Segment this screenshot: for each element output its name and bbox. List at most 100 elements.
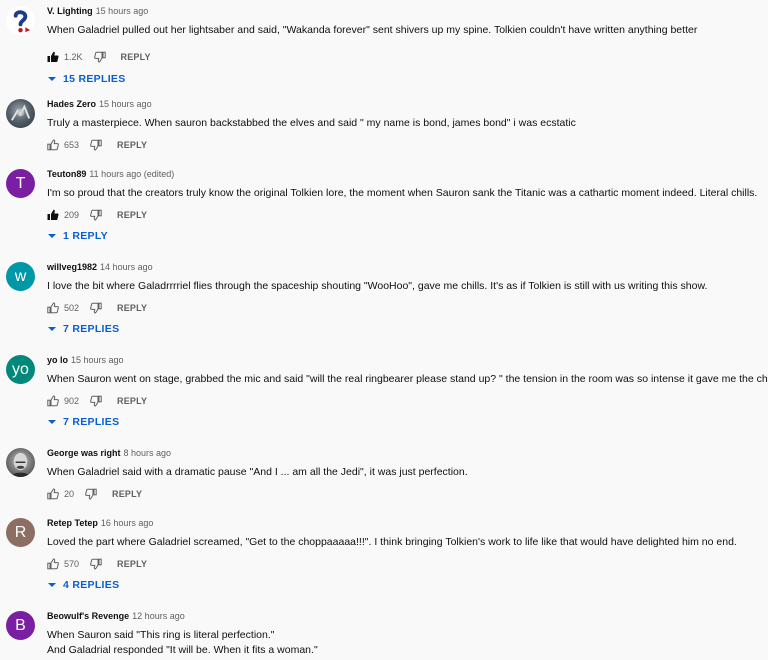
view-replies-button[interactable]: 7 REPLIES bbox=[47, 323, 119, 335]
caret-down-icon bbox=[48, 583, 56, 587]
reply-button[interactable]: REPLY bbox=[117, 210, 147, 220]
avatar-letter: T bbox=[15, 174, 26, 192]
avatar-letter: w bbox=[14, 267, 27, 285]
reply-button[interactable]: REPLY bbox=[117, 559, 147, 569]
timestamp[interactable]: 11 hours ago (edited) bbox=[89, 169, 174, 179]
avatar[interactable]: w bbox=[6, 262, 35, 291]
comment-actions: 902 REPLY bbox=[47, 395, 147, 407]
comment-text: When Galadriel said with a dramatic paus… bbox=[47, 465, 468, 480]
comment-text-line: Truly a masterpiece. When sauron backsta… bbox=[47, 117, 576, 129]
dislike-icon[interactable] bbox=[90, 139, 102, 151]
like-count: 653 bbox=[64, 140, 80, 150]
replies-label: 7 REPLIES bbox=[63, 323, 120, 335]
replies-label: 15 REPLIES bbox=[63, 73, 126, 85]
comment-actions: 1.2K REPLY bbox=[47, 51, 151, 63]
like-count: 1.2K bbox=[64, 52, 83, 62]
comment-text-line: I'm so proud that the creators truly kno… bbox=[47, 187, 758, 199]
comment-header: V. Lighting 15 hours ago bbox=[47, 6, 148, 16]
caret-down-icon bbox=[48, 77, 56, 81]
comment-actions: 502 REPLY bbox=[47, 302, 147, 314]
avatar[interactable]: B bbox=[6, 611, 35, 640]
like-count: 209 bbox=[64, 210, 80, 220]
dislike-icon[interactable] bbox=[90, 558, 102, 570]
dislike-icon[interactable] bbox=[90, 395, 102, 407]
avatar[interactable]: R bbox=[6, 518, 35, 547]
comment-text-line: When Galadriel pulled out her lightsaber… bbox=[47, 24, 698, 36]
author-name[interactable]: V. Lighting bbox=[47, 6, 93, 16]
author-name[interactable]: willveg1982 bbox=[47, 262, 97, 272]
replies-label: 7 REPLIES bbox=[63, 416, 120, 428]
comment-text: When Galadriel pulled out her lightsaber… bbox=[47, 23, 697, 38]
comment-text-line: When Sauron went on stage, grabbed the m… bbox=[47, 373, 768, 385]
caret-down-icon bbox=[48, 420, 56, 424]
dislike-icon[interactable] bbox=[90, 209, 102, 221]
like-icon[interactable] bbox=[47, 51, 59, 63]
comment-text: I love the bit where Galadrrrriel flies … bbox=[47, 279, 707, 294]
like-count: 570 bbox=[64, 559, 80, 569]
comment-actions: 653 REPLY bbox=[47, 139, 147, 151]
timestamp[interactable]: 12 hours ago bbox=[132, 611, 185, 621]
avatar[interactable]: yo bbox=[6, 355, 35, 384]
caret-down-icon bbox=[48, 234, 56, 238]
like-icon[interactable] bbox=[47, 302, 59, 314]
comment-text-line: Loved the part where Galadriel screamed,… bbox=[47, 536, 737, 548]
comment-header: willveg1982 14 hours ago bbox=[47, 262, 153, 272]
avatar-letter: B bbox=[15, 616, 26, 634]
comment-text: When Sauron went on stage, grabbed the m… bbox=[47, 372, 768, 387]
view-replies-button[interactable]: 7 REPLIES bbox=[47, 416, 119, 428]
comment-header: George was right 8 hours ago bbox=[47, 448, 171, 458]
timestamp[interactable]: 15 hours ago bbox=[99, 99, 152, 109]
dislike-icon[interactable] bbox=[90, 302, 102, 314]
like-icon[interactable] bbox=[47, 395, 59, 407]
comment-text-line: And Galadrial responded "It will be. Whe… bbox=[47, 643, 318, 656]
avatar[interactable]: T bbox=[6, 169, 35, 198]
replies-label: 1 REPLY bbox=[63, 230, 108, 242]
timestamp[interactable]: 14 hours ago bbox=[100, 262, 153, 272]
comment-text: I'm so proud that the creators truly kno… bbox=[47, 186, 757, 201]
author-name[interactable]: Hades Zero bbox=[47, 99, 96, 109]
like-icon[interactable] bbox=[47, 139, 59, 151]
comment-header: Teuton89 11 hours ago (edited) bbox=[47, 169, 174, 179]
comment-text: When Sauron said "This ring is literal p… bbox=[47, 628, 318, 657]
timestamp[interactable]: 15 hours ago bbox=[71, 355, 124, 365]
comment-text: Loved the part where Galadriel screamed,… bbox=[47, 535, 737, 550]
replies-label: 4 REPLIES bbox=[63, 579, 120, 591]
view-replies-button[interactable]: 15 REPLIES bbox=[47, 73, 126, 85]
avatar[interactable] bbox=[6, 99, 35, 128]
like-icon[interactable] bbox=[47, 209, 59, 221]
author-name[interactable]: Retep Tetep bbox=[47, 518, 98, 528]
timestamp[interactable]: 16 hours ago bbox=[101, 518, 154, 528]
comment-header: Retep Tetep 16 hours ago bbox=[47, 518, 153, 528]
reply-button[interactable]: REPLY bbox=[117, 140, 147, 150]
caret-down-icon bbox=[48, 327, 56, 331]
like-icon[interactable] bbox=[47, 488, 59, 500]
author-name[interactable]: George was right bbox=[47, 448, 121, 458]
timestamp[interactable]: 8 hours ago bbox=[124, 448, 172, 458]
comment-header: yo lo 15 hours ago bbox=[47, 355, 124, 365]
avatar[interactable] bbox=[6, 448, 35, 477]
dislike-icon[interactable] bbox=[93, 51, 106, 63]
like-count: 502 bbox=[64, 303, 80, 313]
author-name[interactable]: yo lo bbox=[47, 355, 68, 365]
comment-text-line: When Sauron said "This ring is literal p… bbox=[47, 629, 275, 641]
like-icon[interactable] bbox=[47, 558, 59, 570]
timestamp[interactable]: 15 hours ago bbox=[96, 6, 149, 16]
view-replies-button[interactable]: 4 REPLIES bbox=[47, 579, 119, 591]
dislike-icon[interactable] bbox=[85, 488, 97, 500]
avatar[interactable] bbox=[6, 6, 35, 35]
author-name[interactable]: Teuton89 bbox=[47, 169, 86, 179]
like-count: 902 bbox=[64, 396, 80, 406]
comment-actions: 20 REPLY bbox=[47, 488, 142, 500]
reply-button[interactable]: REPLY bbox=[117, 303, 147, 313]
comment-header: Beowulf's Revenge 12 hours ago bbox=[47, 611, 185, 621]
avatar-letter: yo bbox=[12, 360, 29, 378]
comment-text: Truly a masterpiece. When sauron backsta… bbox=[47, 116, 576, 131]
comment-actions: 209 REPLY bbox=[47, 209, 147, 221]
avatar-letter: R bbox=[14, 523, 27, 541]
author-name[interactable]: Beowulf's Revenge bbox=[47, 611, 129, 621]
reply-button[interactable]: REPLY bbox=[117, 396, 147, 406]
reply-button[interactable]: REPLY bbox=[121, 52, 151, 62]
comment-text-line: I love the bit where Galadrrrriel flies … bbox=[47, 280, 708, 292]
reply-button[interactable]: REPLY bbox=[112, 489, 142, 499]
view-replies-button[interactable]: 1 REPLY bbox=[47, 230, 108, 242]
